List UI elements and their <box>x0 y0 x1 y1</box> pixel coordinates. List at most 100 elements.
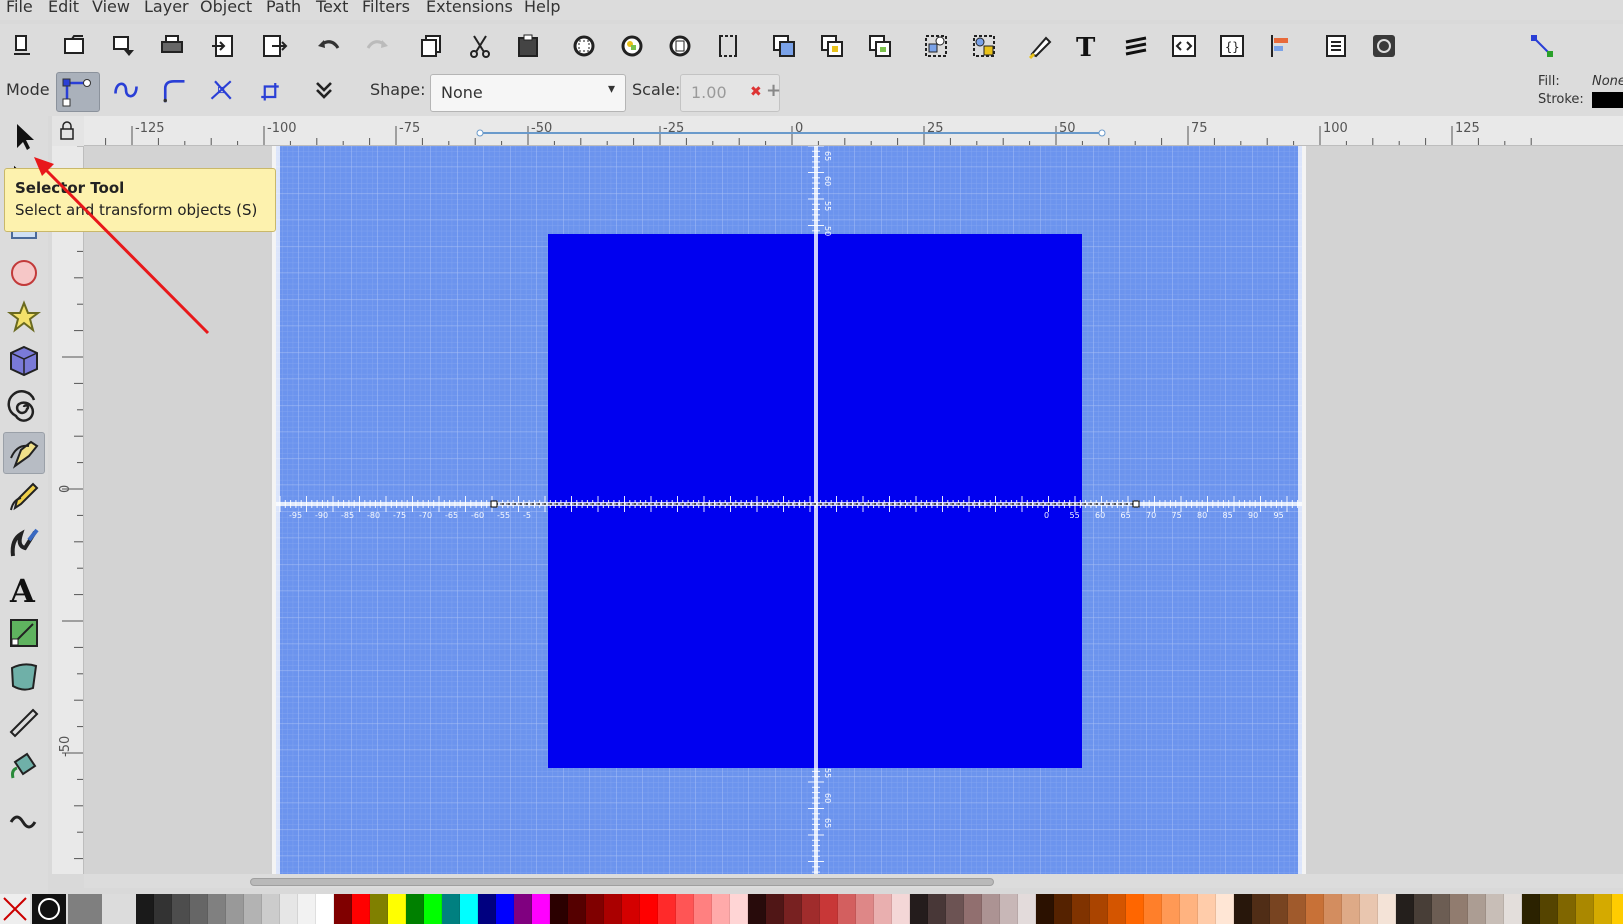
palette-swatch[interactable] <box>244 894 262 924</box>
palette-swatch[interactable] <box>1576 894 1594 924</box>
palette-swatch[interactable] <box>1162 894 1180 924</box>
clone-button[interactable] <box>816 30 848 62</box>
palette-swatch[interactable] <box>892 894 910 924</box>
palette-swatch[interactable] <box>1018 894 1036 924</box>
palette-swatch[interactable] <box>460 894 478 924</box>
zoom-page-width-button[interactable] <box>712 30 744 62</box>
menu-object[interactable]: Object <box>200 0 252 16</box>
palette-swatch[interactable] <box>1054 894 1072 924</box>
palette-swatch[interactable] <box>766 894 784 924</box>
scale-decrease-icon[interactable]: ✖ <box>750 84 762 100</box>
palette-swatch[interactable] <box>1486 894 1504 924</box>
star-tool-button[interactable] <box>3 296 45 338</box>
ellipse-tool-button[interactable] <box>3 252 45 294</box>
palette-swatch[interactable] <box>1612 894 1623 924</box>
palette-swatch[interactable] <box>910 894 928 924</box>
no-paint-swatch[interactable] <box>0 894 30 924</box>
paste-button[interactable] <box>512 30 544 62</box>
palette-swatch[interactable] <box>208 894 226 924</box>
palette-swatch[interactable] <box>226 894 244 924</box>
palette-swatch[interactable] <box>1090 894 1108 924</box>
layers-button[interactable] <box>1120 30 1152 62</box>
palette-swatch[interactable] <box>928 894 946 924</box>
palette-swatch[interactable] <box>1144 894 1162 924</box>
palette-swatch[interactable] <box>442 894 460 924</box>
palette-swatch[interactable] <box>748 894 766 924</box>
palette-swatch[interactable] <box>1342 894 1360 924</box>
palette-swatch[interactable] <box>676 894 694 924</box>
palette-swatch[interactable] <box>964 894 982 924</box>
palette-swatch[interactable] <box>136 894 154 924</box>
preferences-button[interactable] <box>1320 30 1352 62</box>
pen-tool-button[interactable] <box>3 432 45 474</box>
palette-swatch[interactable] <box>640 894 658 924</box>
palette-swatch[interactable] <box>1324 894 1342 924</box>
tweak-tool-button[interactable] <box>3 794 45 836</box>
redo-button[interactable] <box>362 30 394 62</box>
palette-swatch[interactable] <box>1288 894 1306 924</box>
palette-swatch[interactable] <box>1360 894 1378 924</box>
menu-help[interactable]: Help <box>524 0 560 16</box>
ungroup-button[interactable] <box>968 30 1000 62</box>
mode-straight-lines-button[interactable] <box>206 74 238 106</box>
menu-layer[interactable]: Layer <box>144 0 189 16</box>
pencil-tool-button[interactable] <box>3 476 45 518</box>
palette-swatch[interactable] <box>568 894 586 924</box>
palette-swatch[interactable] <box>370 894 388 924</box>
menu-edit[interactable]: Edit <box>48 0 79 16</box>
palette-swatch[interactable] <box>1414 894 1432 924</box>
align-distribute-button[interactable] <box>1264 30 1296 62</box>
selector-tool-button[interactable] <box>3 116 45 158</box>
canvas[interactable]: -95 -90 -85 -80 -75 -70 -65 -60 -55 -5 0 55 60 65 70 75… <box>84 146 1623 874</box>
palette-swatch[interactable] <box>424 894 442 924</box>
dropper-tool-button[interactable] <box>3 702 45 744</box>
palette-swatch[interactable] <box>694 894 712 924</box>
drawing-area[interactable]: -95 -90 -85 -80 -75 -70 -65 -60 -55 -5 0 55 60 65 70 75… <box>84 146 1623 874</box>
zoom-selection-button[interactable] <box>568 30 600 62</box>
fill-stroke-button[interactable] <box>1024 30 1056 62</box>
zoom-drawing-button[interactable] <box>616 30 648 62</box>
mode-bspline-button[interactable] <box>158 74 190 106</box>
more-options-button[interactable] <box>308 74 340 106</box>
palette-swatch[interactable] <box>190 894 208 924</box>
palette-swatch[interactable] <box>1216 894 1234 924</box>
group-button[interactable] <box>920 30 952 62</box>
palette-swatch[interactable] <box>946 894 964 924</box>
palette-swatch[interactable] <box>982 894 1000 924</box>
palette-swatch[interactable] <box>1306 894 1324 924</box>
palette-swatch[interactable] <box>1108 894 1126 924</box>
menu-text[interactable]: Text <box>316 0 348 16</box>
palette-swatch[interactable] <box>496 894 514 924</box>
vertical-ruler[interactable]: 500-50 <box>52 146 84 874</box>
new-document-button[interactable] <box>8 30 40 62</box>
palette-swatch[interactable] <box>1594 894 1612 924</box>
export-button[interactable] <box>258 30 290 62</box>
menu-view[interactable]: View <box>92 0 130 16</box>
palette-swatch[interactable] <box>712 894 730 924</box>
palette-swatch[interactable] <box>1126 894 1144 924</box>
mode-regular-bezier-button[interactable] <box>56 72 100 112</box>
palette-swatch[interactable] <box>1036 894 1054 924</box>
palette-swatch[interactable] <box>1468 894 1486 924</box>
palette-swatch[interactable] <box>1252 894 1270 924</box>
import-button[interactable] <box>208 30 240 62</box>
snap-toggle-button[interactable] <box>1526 30 1558 62</box>
palette-swatch[interactable] <box>172 894 190 924</box>
xml-editor-button[interactable] <box>1168 30 1200 62</box>
menu-extensions[interactable]: Extensions <box>426 0 513 16</box>
palette-swatch[interactable] <box>262 894 280 924</box>
palette-swatch[interactable] <box>622 894 640 924</box>
gradient-tool-button[interactable] <box>3 612 45 654</box>
palette-swatch[interactable] <box>1000 894 1018 924</box>
palette-swatch[interactable] <box>1450 894 1468 924</box>
palette-swatch[interactable] <box>604 894 622 924</box>
menu-file[interactable]: File <box>6 0 33 16</box>
fill-stroke-indicator[interactable]: Fill: None Stroke: <box>1538 74 1623 112</box>
palette-swatch[interactable] <box>388 894 406 924</box>
text-tool-button[interactable]: A <box>3 568 45 610</box>
palette-swatch[interactable] <box>874 894 892 924</box>
palette-swatch[interactable] <box>802 894 820 924</box>
palette-swatch[interactable] <box>550 894 568 924</box>
palette-swatch[interactable] <box>406 894 424 924</box>
menu-filters[interactable]: Filters <box>362 0 410 16</box>
